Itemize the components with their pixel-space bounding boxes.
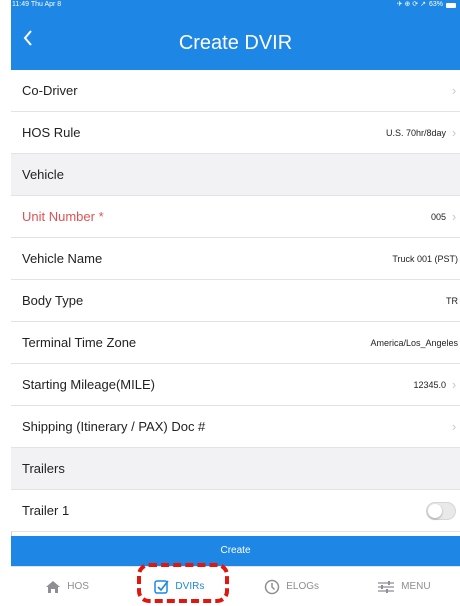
row-label: Terminal Time Zone	[22, 335, 137, 350]
section-header: Vehicle	[11, 154, 460, 196]
row-value: U.S. 70hr/8day	[385, 127, 446, 138]
navigation-bar: Create DVIR	[11, 10, 460, 70]
checkbox-icon	[154, 579, 170, 594]
row-value: 12345.0	[413, 379, 446, 390]
row-value-group: TR	[446, 296, 458, 306]
row-value-group: ›	[446, 419, 458, 434]
trailer-label: Trailer 1	[22, 503, 70, 518]
tab-dvirs[interactable]: DVIRs	[123, 567, 235, 606]
form-row[interactable]: HOS Rule U.S. 70hr/8day ›	[11, 112, 460, 154]
status-icons: ✈ ⊕ ⟳ ↗	[396, 1, 426, 8]
device-screen: 11:49 Thu Apr 8 ✈ ⊕ ⟳ ↗ 63% Create DVIR …	[0, 0, 460, 606]
tab-label: DVIRs	[175, 581, 205, 592]
row-value-group: 005 ›	[431, 209, 458, 224]
row-value: Truck 001 (PST)	[392, 253, 458, 264]
battery-percent: 63%	[428, 1, 443, 8]
section-title: Trailers	[22, 461, 65, 476]
row-value: TR	[446, 295, 458, 306]
home-icon	[45, 580, 61, 594]
tab-menu[interactable]: MENU	[348, 567, 460, 606]
status-date: Thu Apr 8	[30, 1, 62, 8]
timer-icon	[264, 579, 280, 595]
row-label: Vehicle Name	[22, 251, 103, 266]
tab-label: ELOGs	[286, 581, 320, 592]
bottom-tab-bar: HOS DVIRs ELOGs MENU	[11, 566, 460, 606]
form-row: Terminal Time Zone America/Los_Angeles	[11, 322, 460, 364]
row-value-group: U.S. 70hr/8day ›	[386, 125, 458, 140]
form-row: Body Type TR	[11, 280, 460, 322]
status-time: 11:49	[12, 1, 29, 8]
tab-elogs[interactable]: ELOGs	[236, 567, 348, 606]
form-row[interactable]: Co-Driver ›	[11, 70, 460, 112]
battery-icon	[446, 2, 456, 8]
page-title: Create DVIR	[178, 32, 293, 54]
sliders-icon	[377, 580, 395, 594]
chevron-right-icon: ›	[451, 83, 457, 98]
tab-label: HOS	[67, 581, 89, 592]
form-row[interactable]: Shipping (Itinerary / PAX) Doc # ›	[11, 406, 460, 448]
status-bar: 11:49 Thu Apr 8 ✈ ⊕ ⟳ ↗ 63%	[11, 0, 460, 10]
row-label: Shipping (Itinerary / PAX) Doc #	[22, 419, 206, 434]
row-value-group: America/Los_Angeles	[370, 338, 458, 348]
row-value-group: ›	[446, 83, 458, 98]
row-label: Starting Mileage(MILE)	[22, 377, 155, 392]
row-value-group: Truck 001 (PST)	[392, 254, 458, 264]
toggle-knob	[428, 503, 442, 518]
chevron-right-icon: ›	[451, 209, 457, 224]
row-label: Co-Driver	[22, 83, 78, 98]
chevron-right-icon: ›	[451, 419, 457, 434]
dvir-form-list: Co-Driver › HOS Rule U.S. 70hr/8day › Vehicle…	[11, 70, 460, 532]
form-row[interactable]: Starting Mileage(MILE) 12345.0 ›	[11, 364, 460, 406]
tab-label: MENU	[401, 581, 431, 592]
row-label: Unit Number *	[22, 209, 104, 224]
row-label: Body Type	[22, 293, 84, 308]
chevron-right-icon: ›	[451, 377, 457, 392]
form-row: Vehicle Name Truck 001 (PST)	[11, 238, 460, 280]
row-value-group: 12345.0 ›	[413, 377, 458, 392]
chevron-right-icon: ›	[451, 125, 457, 140]
section-title: Vehicle	[22, 167, 64, 182]
row-value: America/Los_Angeles	[370, 337, 458, 348]
row-label: HOS Rule	[22, 125, 81, 140]
trailer-row: Trailer 1	[11, 490, 460, 532]
create-button[interactable]: Create	[11, 536, 460, 566]
section-header: Trailers	[11, 448, 460, 490]
form-row[interactable]: Unit Number * 005 ›	[11, 196, 460, 238]
tab-hos[interactable]: HOS	[11, 567, 123, 606]
trailer-toggle[interactable]	[426, 501, 456, 520]
row-value: 005	[430, 211, 446, 222]
